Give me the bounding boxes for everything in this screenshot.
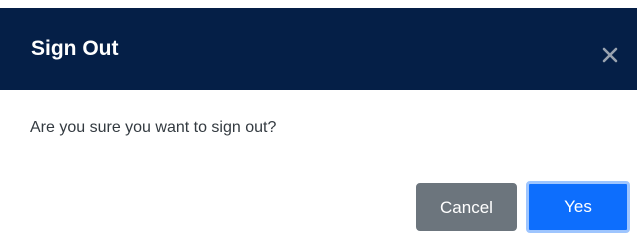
dialog-message: Are you sure you want to sign out? bbox=[30, 119, 277, 136]
yes-button[interactable]: Yes bbox=[526, 181, 630, 233]
dialog-title: Sign Out bbox=[31, 37, 119, 60]
sign-out-dialog: Sign Out Are you sure you want to sign o… bbox=[0, 0, 637, 246]
close-button[interactable] bbox=[597, 42, 623, 68]
dialog-header: Sign Out bbox=[0, 8, 637, 90]
close-icon bbox=[602, 47, 618, 63]
cancel-button[interactable]: Cancel bbox=[416, 183, 517, 231]
